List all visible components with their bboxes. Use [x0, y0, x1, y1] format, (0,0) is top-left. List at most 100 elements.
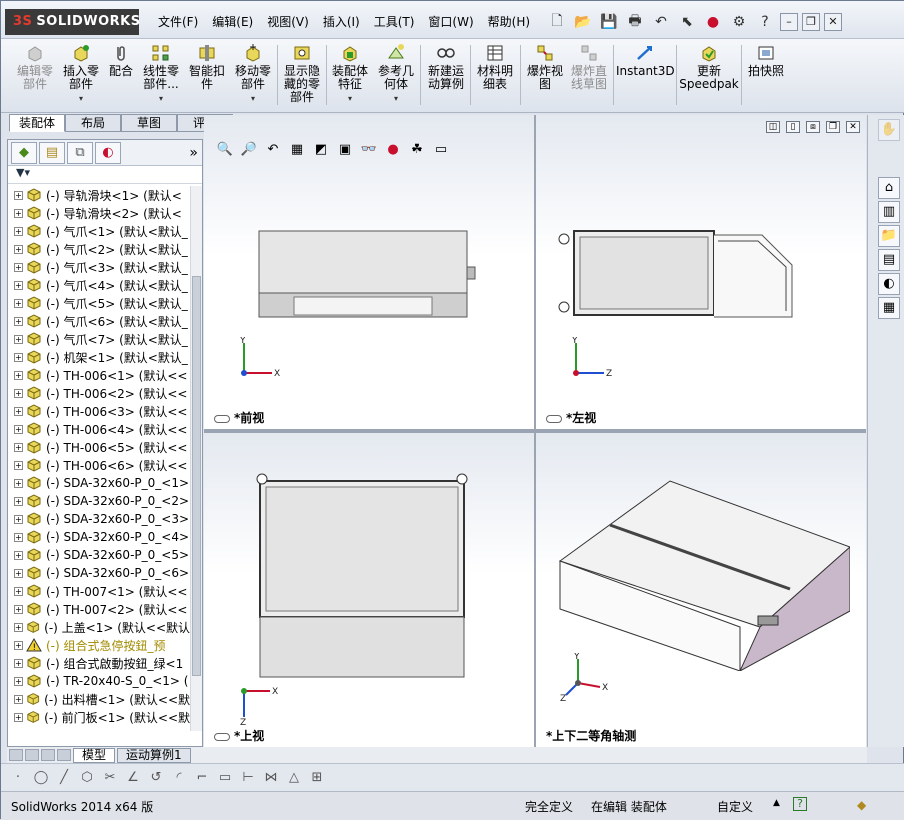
expand-plus-icon[interactable]: +	[14, 262, 23, 272]
status-custom[interactable]: 自定义	[717, 798, 753, 815]
tree-item[interactable]: + (-) TR-20x40-S_0_<1> (	[8, 672, 190, 690]
arc-icon[interactable]: ◜	[170, 769, 188, 787]
tree-item[interactable]: + (-) 气爪<6> (默认<默认_	[8, 312, 190, 330]
circle-icon[interactable]: ◯	[32, 769, 50, 787]
expand-plus-icon[interactable]: +	[14, 532, 23, 542]
undo-icon[interactable]: ↶	[650, 11, 672, 33]
offset-icon[interactable]: ↺	[147, 769, 165, 787]
expand-plus-icon[interactable]: +	[14, 334, 23, 344]
viewport-left[interactable]: ◫ ▯ ⧈ ❐ ✕ Y Z *左视	[536, 115, 866, 429]
expand-plus-icon[interactable]: +	[14, 208, 23, 218]
expand-plus-icon[interactable]: +	[14, 550, 23, 560]
solidworks-resources-home-icon[interactable]: ⌂	[878, 177, 900, 199]
edit-appearance-icon[interactable]: ●	[384, 141, 402, 159]
instant3d-button[interactable]: Instant3D	[616, 41, 675, 109]
chevron-down-icon[interactable]: ▾	[137, 92, 185, 105]
minimize-button[interactable]: –	[780, 13, 798, 31]
expand-plus-icon[interactable]: +	[14, 568, 23, 578]
bill-of-materials-button[interactable]: 材料明 细表	[473, 41, 517, 109]
tree-item[interactable]: + (-) SDA-32x60-P_0_<5>	[8, 546, 190, 564]
expand-plus-icon[interactable]: +	[14, 316, 23, 326]
expand-plus-icon[interactable]: +	[14, 640, 23, 650]
chevron-up-icon[interactable]: ▲	[773, 798, 780, 808]
smart-fasteners-button[interactable]: 智能扣 件	[187, 41, 227, 109]
view-palette-icon[interactable]: ▤	[878, 249, 900, 271]
tags-icon[interactable]: ◆	[857, 798, 866, 812]
previous-view-icon[interactable]: ↶	[264, 141, 282, 159]
table-icon[interactable]: ⊞	[308, 769, 326, 787]
show-hidden-components-button[interactable]: 显示隐 藏的零 部件	[281, 41, 323, 109]
expand-plus-icon[interactable]: +	[14, 298, 23, 308]
menu-help[interactable]: 帮助(H)	[481, 13, 537, 31]
chevron-down-icon[interactable]: ▾	[231, 92, 275, 105]
maximize-view-icon[interactable]: ❐	[826, 121, 840, 133]
tree-item[interactable]: + (-) 出料槽<1> (默认<<默	[8, 690, 190, 708]
reference-geometry-button[interactable]: 参考几 何体 ▾	[375, 41, 417, 109]
expand-plus-icon[interactable]: +	[14, 658, 23, 668]
property-manager-tab-icon[interactable]: ▤	[39, 141, 65, 164]
expand-plus-icon[interactable]: +	[14, 496, 23, 506]
tree-item[interactable]: + (-) 组合式啟動按鈕_绿<1	[8, 654, 190, 672]
tab-nav-prev-icon[interactable]	[25, 749, 39, 761]
tree-item[interactable]: + (-) 机架<1> (默认<默认_	[8, 348, 190, 366]
viewport-isometric[interactable]: Y X Z *上下二等角轴测	[536, 433, 866, 747]
tab-nav-next-icon[interactable]	[41, 749, 55, 761]
viewport-top[interactable]: Z X *上视	[204, 433, 534, 747]
tree-scrollbar-thumb[interactable]	[192, 276, 201, 676]
hide-show-items-icon[interactable]: 👓	[360, 141, 378, 159]
tree-item[interactable]: + (-) TH-006<4> (默认<<	[8, 420, 190, 438]
tab-nav-last-icon[interactable]	[57, 749, 71, 761]
expand-plus-icon[interactable]: +	[14, 514, 23, 524]
menu-tools[interactable]: 工具(T)	[367, 13, 422, 31]
expand-plus-icon[interactable]: +	[14, 280, 23, 290]
configuration-manager-tab-icon[interactable]: ⧉	[67, 141, 93, 164]
exploded-view-button[interactable]: 爆炸视 图	[523, 41, 567, 109]
menu-edit[interactable]: 编辑(E)	[205, 13, 260, 31]
link-views-icon[interactable]: ⧈	[806, 121, 820, 133]
tab-sketch[interactable]: 草图	[121, 114, 177, 132]
tree-item[interactable]: + (-) TH-006<3> (默认<<	[8, 402, 190, 420]
expand-plus-icon[interactable]: +	[14, 676, 23, 686]
expand-plus-icon[interactable]: +	[14, 352, 23, 362]
tree-item[interactable]: + (-) 气爪<5> (默认<默认_	[8, 294, 190, 312]
filter-funnel-icon[interactable]: ▼▾	[16, 166, 30, 179]
open-folder-icon[interactable]: 📂	[572, 11, 594, 33]
close-button[interactable]: ✕	[824, 13, 842, 31]
viewport-front[interactable]: 🔍 🔎 ↶ ▦ ◩ ▣ 👓 ● ☘ ▭ Y X *前视	[204, 115, 534, 429]
tree-item[interactable]: + (-) 导轨滑块<2> (默认<	[8, 204, 190, 222]
view-settings-icon[interactable]: ▭	[432, 141, 450, 159]
tree-item[interactable]: + (-) TH-006<5> (默认<<	[8, 438, 190, 456]
menu-file[interactable]: 文件(F)	[151, 13, 205, 31]
tree-item[interactable]: + (-) 气爪<3> (默认<默认_	[8, 258, 190, 276]
expand-plus-icon[interactable]: +	[14, 586, 23, 596]
menu-insert[interactable]: 插入(I)	[316, 13, 367, 31]
tree-item[interactable]: + (-) TH-006<2> (默认<<	[8, 384, 190, 402]
chevron-down-icon[interactable]: ▾	[375, 92, 417, 105]
appearances-scenes-icon[interactable]: ◐	[878, 273, 900, 295]
mirror-icon[interactable]: ⋈	[262, 769, 280, 787]
expand-plus-icon[interactable]: +	[14, 442, 23, 452]
save-icon[interactable]: 💾	[598, 11, 620, 33]
triangle-icon[interactable]: △	[285, 769, 303, 787]
link-view-icon[interactable]	[546, 414, 562, 423]
design-library-icon[interactable]: ✋	[878, 119, 900, 141]
update-speedpak-button[interactable]: 更新 Speedpak	[679, 41, 739, 109]
expand-plus-icon[interactable]: +	[14, 478, 23, 488]
rectangle-icon[interactable]: ▭	[216, 769, 234, 787]
tree-item[interactable]: + (-) SDA-32x60-P_0_<1>	[8, 474, 190, 492]
tree-item[interactable]: + (-) SDA-32x60-P_0_<2>	[8, 492, 190, 510]
select-cursor-icon[interactable]: ⬉	[676, 11, 698, 33]
tree-item[interactable]: + (-) 气爪<4> (默认<默认_	[8, 276, 190, 294]
tree-item[interactable]: + (-) SDA-32x60-P_0_<3>	[8, 510, 190, 528]
expand-plus-icon[interactable]: +	[14, 694, 23, 704]
front-view-model[interactable]	[254, 227, 484, 327]
new-motion-study-button[interactable]: 新建运 动算例	[423, 41, 469, 109]
isometric-model[interactable]	[550, 461, 850, 671]
corner-icon[interactable]: ⌐	[193, 769, 211, 787]
options-gear-icon[interactable]: ⚙	[728, 11, 750, 33]
trim-icon[interactable]: ✂	[101, 769, 119, 787]
new-document-icon[interactable]: 🗋	[546, 11, 568, 33]
expand-plus-icon[interactable]: +	[14, 712, 23, 722]
take-snapshot-button[interactable]: 拍快照	[744, 41, 788, 109]
tab-motion-study-1[interactable]: 运动算例1	[117, 747, 191, 763]
